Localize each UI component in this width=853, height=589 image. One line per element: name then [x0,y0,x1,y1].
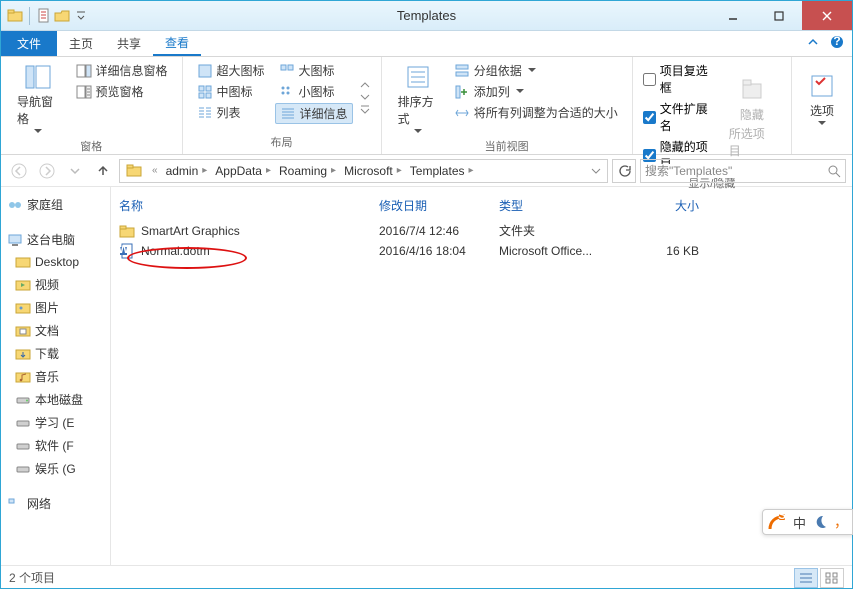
status-bar: 2 个项目 [1,565,852,589]
crumb-roaming[interactable]: Roaming▸ [275,164,340,178]
ime-comma-icon: ， [834,512,848,532]
titlebar: Templates [1,1,852,31]
layout-medium-button[interactable]: 中图标 [193,82,269,101]
qat-dropdown[interactable] [72,11,90,21]
sidebar-pictures[interactable]: 图片 [1,296,110,319]
view-icons-button[interactable] [820,568,844,588]
forward-button[interactable] [35,159,59,183]
search-input[interactable] [645,164,827,178]
word-template-icon: W [119,243,135,259]
breadcrumb[interactable]: « admin▸ AppData▸ Roaming▸ Microsoft▸ Te… [119,159,608,183]
preview-pane-button[interactable]: 预览窗格 [72,82,172,101]
address-bar: « admin▸ AppData▸ Roaming▸ Microsoft▸ Te… [1,155,852,187]
sidebar: 家庭组 这台电脑 Desktop 视频 图片 文档 下载 音乐 本地磁盘 学习 … [1,187,111,565]
sidebar-desktop[interactable]: Desktop [1,251,110,273]
column-headers[interactable]: 名称 修改日期 类型 大小 [119,191,852,220]
sidebar-homegroup[interactable]: 家庭组 [1,193,110,216]
list-item[interactable]: WNormal.dotm 2016/4/16 18:04 Microsoft O… [119,241,852,261]
layout-list-button[interactable]: 列表 [193,103,269,122]
ribbon-tabs: 文件 主页 共享 查看 ? [1,31,852,57]
layout-large-button[interactable]: 大图标 [275,61,353,80]
chk-file-ext[interactable]: 文件扩展名 [643,99,717,135]
folder-open-icon[interactable] [54,8,70,24]
crumb-templates[interactable]: Templates▸ [406,164,478,178]
folder-icon [7,8,23,24]
help-icon[interactable]: ? [830,35,844,49]
ribbon-group-showhide: 项目复选框 文件扩展名 隐藏的项目 隐藏 所选项目 显示/隐藏 [633,57,792,154]
sidebar-network[interactable]: 网络 [1,492,110,515]
maximize-button[interactable] [756,1,802,30]
search-box[interactable] [640,159,846,183]
col-date[interactable]: 修改日期 [379,197,499,214]
sidebar-downloads[interactable]: 下载 [1,342,110,365]
up-button[interactable] [91,159,115,183]
svg-text:W: W [119,243,130,256]
fit-columns-button[interactable]: 将所有列调整为合适的大小 [450,103,622,122]
quick-access-toolbar [1,7,90,25]
sidebar-music[interactable]: 音乐 [1,365,110,388]
main-area: 家庭组 这台电脑 Desktop 视频 图片 文档 下载 音乐 本地磁盘 学习 … [1,187,852,565]
ribbon: 导航窗格 详细信息窗格 预览窗格 窗格 超大图标 中图标 列表 大图标 小图标 … [1,57,852,155]
sidebar-localdisk[interactable]: 本地磁盘 [1,388,110,411]
chk-item-checkboxes[interactable]: 项目复选框 [643,61,717,97]
ribbon-group-panes: 导航窗格 详细信息窗格 预览窗格 窗格 [1,57,183,154]
nav-pane-button[interactable]: 导航窗格 [11,61,66,136]
window-controls [710,1,852,30]
tab-file[interactable]: 文件 [1,31,57,56]
refresh-button[interactable] [612,159,636,183]
layout-scroll-up[interactable] [359,80,371,90]
status-item-count: 2 个项目 [9,569,55,586]
view-details-button[interactable] [794,568,818,588]
layout-xl-button[interactable]: 超大图标 [193,61,269,80]
ime-indicator[interactable]: S 中 ， [762,509,853,535]
options-button[interactable]: 选项 [802,61,842,136]
ime-lang: 中 [793,513,806,532]
list-item[interactable]: SmartArt Graphics 2016/7/4 12:46 文件夹 [119,220,852,241]
new-doc-icon[interactable] [36,8,52,24]
file-list: 名称 修改日期 类型 大小 SmartArt Graphics 2016/7/4… [111,187,852,565]
ime-logo-icon: S [767,512,787,532]
crumb-admin[interactable]: admin▸ [162,164,212,178]
back-button[interactable] [7,159,31,183]
tab-view[interactable]: 查看 [153,31,201,56]
svg-text:S: S [778,512,786,522]
tab-home[interactable]: 主页 [57,31,105,56]
ribbon-collapse-icon[interactable] [806,35,820,49]
col-type[interactable]: 类型 [499,197,619,214]
layout-small-button[interactable]: 小图标 [275,82,353,101]
minimize-button[interactable] [710,1,756,30]
sidebar-thispc[interactable]: 这台电脑 [1,228,110,251]
layout-expand[interactable] [359,104,371,114]
history-dropdown[interactable] [63,159,87,183]
crumb-microsoft[interactable]: Microsoft▸ [340,164,406,178]
hide-selected-button[interactable]: 隐藏 所选项目 [723,61,781,173]
close-button[interactable] [802,1,852,30]
svg-text:?: ? [833,35,840,48]
ime-moon-icon [812,514,828,530]
tab-share[interactable]: 共享 [105,31,153,56]
col-size[interactable]: 大小 [619,197,699,214]
search-icon[interactable] [827,164,841,178]
window-title: Templates [397,8,456,23]
sort-button[interactable]: 排序方式 [392,61,444,136]
col-name[interactable]: 名称 [119,197,379,214]
layout-scroll-down[interactable] [359,92,371,102]
ribbon-group-current-view: 排序方式 分组依据 添加列 将所有列调整为合适的大小 当前视图 [382,57,633,154]
sidebar-videos[interactable]: 视频 [1,273,110,296]
sidebar-documents[interactable]: 文档 [1,319,110,342]
add-columns-button[interactable]: 添加列 [450,82,622,101]
crumb-appdata[interactable]: AppData▸ [211,164,275,178]
ribbon-group-options: 选项 [792,57,852,154]
address-dropdown[interactable] [587,166,605,176]
sidebar-drive-soft[interactable]: 软件 (F [1,434,110,457]
sidebar-drive-study[interactable]: 学习 (E [1,411,110,434]
folder-icon [119,223,135,239]
layout-details-button[interactable]: 详细信息 [275,103,353,124]
sidebar-drive-ent[interactable]: 娱乐 (G [1,457,110,480]
group-by-button[interactable]: 分组依据 [450,61,622,80]
details-pane-button[interactable]: 详细信息窗格 [72,61,172,80]
ribbon-group-layout: 超大图标 中图标 列表 大图标 小图标 详细信息 布局 [183,57,382,154]
